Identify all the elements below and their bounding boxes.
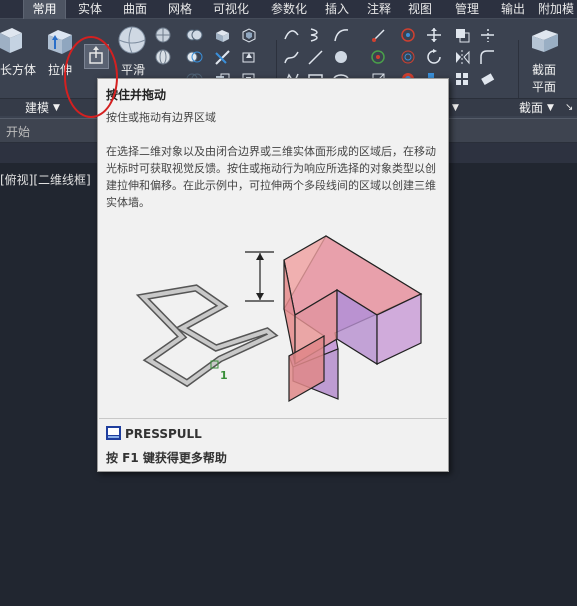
- tab-parametric[interactable]: 参数化: [262, 0, 316, 19]
- move-icon[interactable]: [426, 27, 443, 44]
- section-plane-icon[interactable]: [530, 26, 560, 54]
- gizmo-select-icon[interactable]: [400, 27, 417, 44]
- box-icon[interactable]: [0, 25, 22, 55]
- ribbon-tab-bar: 常用 实体 曲面 网格 可视化 参数化 插入 注释 视图 管理 输出 附加模: [0, 0, 577, 19]
- copy-icon[interactable]: [454, 27, 471, 44]
- panel-expand-icon[interactable]: ▼: [452, 99, 459, 117]
- section-plane-label[interactable]: 截面: [532, 63, 556, 77]
- solid-edit-icon[interactable]: [214, 27, 231, 44]
- tab-view[interactable]: 视图: [401, 0, 439, 19]
- panel-expand-icon[interactable]: ▼: [547, 99, 554, 117]
- rotate-gizmo-icon[interactable]: [370, 49, 387, 66]
- box-button[interactable]: 长方体: [0, 63, 36, 77]
- tab-addins[interactable]: 附加模: [538, 0, 577, 19]
- helix-icon[interactable]: [307, 27, 324, 44]
- mirror-icon[interactable]: [454, 49, 471, 66]
- subtract-icon[interactable]: [186, 49, 203, 66]
- panel-title-modeling[interactable]: 建模: [25, 99, 49, 117]
- rotate-icon[interactable]: [426, 49, 443, 66]
- tab-surface[interactable]: 曲面: [114, 0, 156, 19]
- mesh-globe-icon[interactable]: [155, 49, 172, 66]
- trim-icon[interactable]: [479, 27, 496, 44]
- illustration-marker: 1: [220, 369, 228, 382]
- tab-manage[interactable]: 管理: [446, 0, 488, 19]
- move-gizmo-icon[interactable]: [370, 27, 387, 44]
- mesh-sphere-icon[interactable]: [155, 27, 172, 44]
- arc-icon[interactable]: [333, 27, 350, 44]
- presspull-illustration: 1: [135, 235, 423, 403]
- union-icon[interactable]: [186, 27, 203, 44]
- tab-home[interactable]: 常用: [23, 0, 66, 19]
- tab-solid[interactable]: 实体: [70, 0, 110, 19]
- viewport-controls[interactable]: [俯视][二维线框]: [0, 171, 91, 188]
- fillet-edge-icon[interactable]: [283, 27, 300, 44]
- panel-expand-icon[interactable]: ▼: [53, 99, 60, 117]
- smooth-object-icon[interactable]: [117, 25, 147, 55]
- tab-start[interactable]: 开始: [6, 123, 30, 140]
- spline-icon[interactable]: [283, 49, 300, 66]
- erase-icon[interactable]: [479, 71, 496, 88]
- tooltip-command-name: PRESSPULL: [125, 427, 202, 441]
- tooltip-description: 在选择二维对象以及由闭合边界或三维实体面形成的区域后，在移动光标时可获取视觉反馈…: [106, 145, 436, 209]
- line-icon[interactable]: [307, 49, 324, 66]
- tab-mesh[interactable]: 网格: [159, 0, 201, 19]
- panel-launcher-icon[interactable]: ↘: [565, 99, 573, 117]
- section-plane-label-2[interactable]: 平面: [532, 80, 556, 94]
- tooltip-help-hint: 按 F1 键获得更多帮助: [106, 451, 227, 465]
- tab-annotate[interactable]: 注释: [360, 0, 398, 19]
- panel-title-section[interactable]: 截面: [519, 99, 543, 117]
- smooth-object-button[interactable]: 平滑: [121, 63, 145, 77]
- gizmo-rotate-icon[interactable]: [400, 49, 417, 66]
- fillet-icon[interactable]: [479, 49, 496, 66]
- tab-output[interactable]: 输出: [494, 0, 532, 19]
- presspull-command-icon: [106, 426, 121, 440]
- extract-edges-icon[interactable]: [240, 49, 257, 66]
- tooltip-subtitle: 按住或拖动有边界区域: [106, 111, 216, 124]
- tab-insert[interactable]: 插入: [318, 0, 356, 19]
- shell-icon[interactable]: [240, 27, 257, 44]
- circle-icon[interactable]: [333, 49, 350, 66]
- highlight-annotation-circle: [64, 36, 118, 118]
- tooltip-divider: [99, 418, 447, 419]
- array-icon[interactable]: [454, 71, 471, 88]
- slice-icon[interactable]: [214, 49, 231, 66]
- command-tooltip: 按住并拖动 按住或拖动有边界区域 在选择二维对象以及由闭合边界或三维实体面形成的…: [97, 78, 449, 472]
- tab-visualize[interactable]: 可视化: [204, 0, 258, 19]
